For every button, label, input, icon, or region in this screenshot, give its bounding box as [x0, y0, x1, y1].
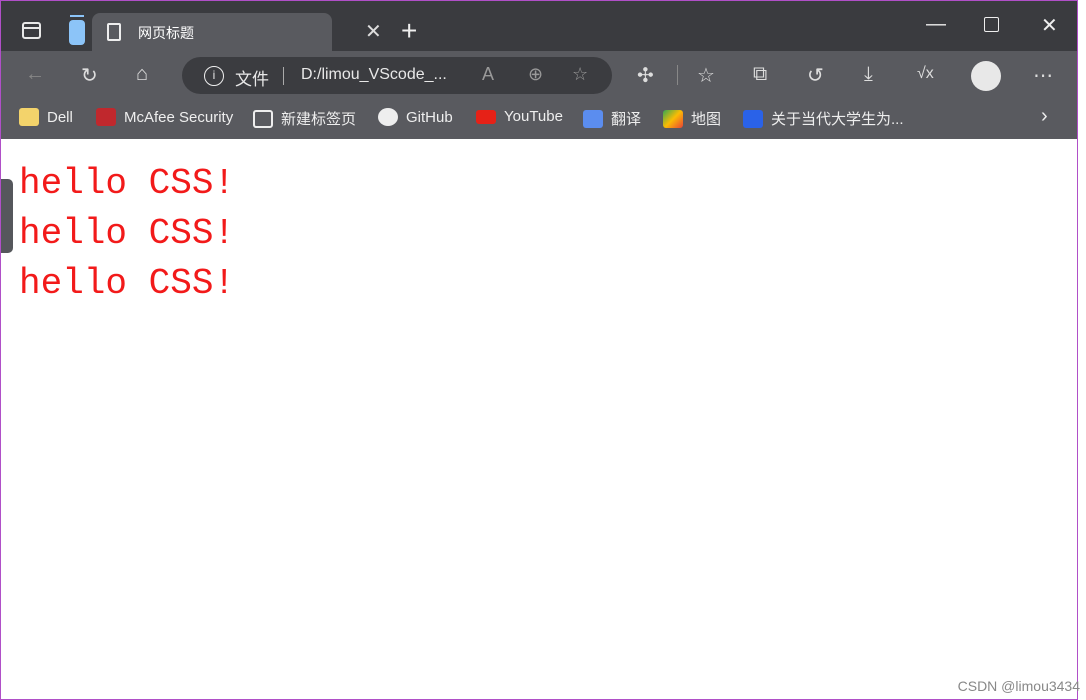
hello-text: hello CSS! [19, 213, 236, 254]
tab-actions-icon[interactable] [22, 22, 41, 39]
github-icon [378, 108, 398, 126]
minimize-button[interactable]: — [926, 13, 946, 36]
downloads-icon[interactable]: ⤓ [864, 63, 873, 86]
extensions-icon[interactable]: ✣ [637, 63, 654, 88]
youtube-icon [476, 109, 496, 124]
mcafee-icon [96, 108, 116, 126]
read-aloud-icon[interactable]: A [482, 64, 494, 85]
bookmark-mcafee[interactable]: McAfee Security [96, 108, 233, 126]
favorites-icon[interactable]: ☆ [697, 63, 715, 88]
address-scheme-label: 文件 [235, 70, 269, 89]
page-content: hello CSS! hello CSS! hello CSS! [1, 139, 1078, 699]
folder-icon [19, 108, 39, 126]
profile-avatar[interactable] [971, 61, 1001, 91]
math-solver-icon[interactable]: √x [917, 65, 934, 83]
vertical-tabs-icon[interactable] [69, 15, 85, 45]
window-border [1077, 0, 1078, 700]
divider [677, 65, 678, 85]
bookmark-github[interactable]: GitHub [378, 108, 453, 126]
bookmark-translate[interactable]: 翻译 [583, 108, 641, 129]
close-tab-icon[interactable]: ✕ [365, 19, 382, 44]
bookmark-label: GitHub [406, 108, 453, 126]
info-icon[interactable]: i [204, 66, 224, 86]
hello-text: hello CSS! [19, 263, 236, 304]
divider [283, 67, 284, 85]
bookmark-maps[interactable]: 地图 [663, 108, 721, 129]
bookmark-zhihu[interactable]: 关于当代大学生为... [743, 108, 904, 129]
collections-icon[interactable]: ⧉ [753, 63, 767, 86]
browser-window: 网页标题 ✕ + — ✕ ← ↻ ⌂ i 文件 D:/limou_VScode_… [0, 0, 1078, 700]
bookmark-label: Dell [47, 108, 73, 126]
translate-icon [583, 109, 603, 128]
tab-title: 网页标题 [138, 25, 194, 41]
maximize-button[interactable] [984, 17, 999, 32]
bookmark-label: 新建标签页 [281, 111, 357, 128]
title-bar: 网页标题 ✕ + — ✕ [1, 1, 1078, 51]
toolbar: ← ↻ ⌂ i 文件 D:/limou_VScode_... A ⊕ ☆ ✣ ☆… [1, 51, 1078, 99]
close-window-button[interactable]: ✕ [1041, 13, 1058, 38]
tab-active[interactable]: 网页标题 [92, 13, 332, 51]
bookmark-label: 关于当代大学生为... [771, 111, 904, 128]
bookmark-label: YouTube [504, 108, 563, 125]
watermark: CSDN @limou3434 [957, 678, 1080, 694]
zhihu-icon [743, 109, 763, 128]
audio-meter-widget[interactable] [1, 179, 13, 253]
bookmark-dell[interactable]: Dell [19, 108, 73, 126]
new-tab-button[interactable]: + [401, 15, 417, 47]
more-menu-icon[interactable]: ⋯ [1033, 63, 1053, 88]
back-button[interactable]: ← [25, 63, 45, 86]
bookmark-label: 翻译 [611, 111, 642, 128]
refresh-button[interactable]: ↻ [81, 63, 98, 88]
maps-icon [663, 109, 683, 128]
page-icon [107, 23, 121, 41]
chevron-right-icon[interactable]: › [1041, 105, 1048, 128]
new-tab-page-icon [253, 109, 273, 128]
url-text[interactable]: D:/limou_VScode_... [301, 66, 447, 84]
hello-text: hello CSS! [19, 163, 236, 204]
home-button[interactable]: ⌂ [136, 63, 148, 86]
bookmark-new-tab[interactable]: 新建标签页 [253, 108, 356, 129]
bookmarks-bar: Dell McAfee Security 新建标签页 GitHub YouTub… [1, 99, 1078, 139]
history-icon[interactable]: ↺ [807, 63, 824, 88]
add-favorite-icon[interactable]: ☆ [572, 64, 588, 85]
address-bar[interactable]: i 文件 D:/limou_VScode_... A ⊕ ☆ [182, 57, 612, 94]
zoom-icon[interactable]: ⊕ [528, 64, 543, 85]
bookmark-youtube[interactable]: YouTube [476, 108, 563, 125]
bookmark-label: 地图 [691, 111, 722, 128]
bookmark-label: McAfee Security [124, 108, 234, 126]
